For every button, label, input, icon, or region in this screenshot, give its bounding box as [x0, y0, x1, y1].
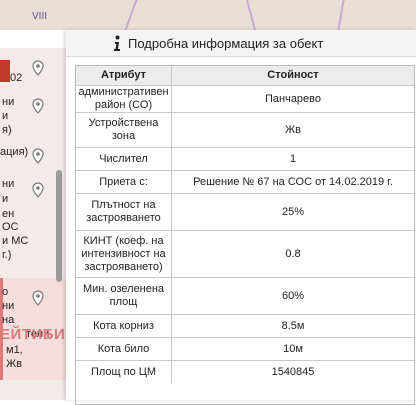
attribute-cell: Площ по ЦМ [76, 361, 172, 383]
location-pin-icon[interactable] [30, 98, 46, 114]
table-header-row: Атрибут Стойност [76, 66, 414, 86]
value-cell: Жв [284, 123, 301, 136]
attribute-cell: Устройствена зона [76, 113, 172, 147]
list-item-text: и [2, 110, 9, 122]
value-cell: Панчарево [264, 92, 322, 105]
object-info-dialog: Подробна информация за обект Атрибут Сто… [66, 30, 416, 405]
table-row: Приета с: Решение № 67 на СОС от 14.02.2… [76, 171, 414, 194]
map-area[interactable]: VIII [0, 0, 416, 30]
list-scrollbar[interactable] [56, 170, 62, 282]
value-cell: 8.5м [281, 319, 305, 332]
list-item-text: и [2, 193, 9, 205]
attribute-cell: Приета с: [76, 171, 172, 193]
table-row: Числител 1 [76, 148, 414, 171]
list-item-text: ни [2, 96, 15, 108]
column-header-value: Стойност [267, 69, 319, 81]
list-item-text: на [2, 314, 15, 326]
list-item-text: ни [2, 178, 15, 190]
selected-marker [0, 60, 10, 82]
attribute-cell: Плътност на застрояването [76, 194, 172, 230]
attribute-cell: административен район (СО) [76, 86, 172, 112]
table-row: Мин. озеленена площ 60% [76, 278, 414, 315]
list-item-text: Жв [6, 358, 23, 370]
location-pin-icon[interactable] [30, 148, 46, 164]
watermark-text: ЕЙТИБИ [0, 326, 66, 343]
attributes-table: Атрибут Стойност административен район (… [75, 65, 415, 405]
table-row: КИНТ (коеф. на интензивност на застроява… [76, 231, 414, 278]
value-cell: 0.8 [285, 247, 301, 260]
map-region-label: VIII [32, 11, 48, 22]
list-item-text: г.) [2, 249, 12, 261]
attribute-cell: Кота било [76, 338, 172, 360]
attribute-cell: Кота корниз [76, 315, 172, 337]
location-pin-icon[interactable] [30, 290, 46, 306]
list-item-text: 02 [10, 72, 23, 84]
list-item-text: ни [2, 300, 15, 312]
map-boundary-line [245, 0, 257, 30]
value-cell: 10м [283, 342, 303, 355]
list-item-text: о [2, 286, 9, 298]
column-header-attribute: Атрибут [76, 66, 172, 85]
value-cell: 25% [281, 205, 305, 218]
dialog-title: Подробна информация за обект [128, 36, 324, 51]
table-row: Площ по ЦМ 1540845 [76, 361, 414, 383]
table-row: Кота било 10м [76, 338, 414, 361]
table-row: Плътност на застрояването 25% [76, 194, 414, 231]
map-boundary-line [124, 0, 138, 30]
list-item-text: ен [2, 208, 15, 220]
table-row: Устройствена зона Жв [76, 113, 414, 148]
location-pin-icon[interactable] [30, 182, 46, 198]
list-item-text: ОС [2, 221, 19, 233]
attribute-cell: Числител [76, 148, 172, 170]
list-item-text: м1, [6, 344, 23, 356]
table-row: административен район (СО) Панчарево [76, 86, 414, 113]
value-cell: 1 [289, 152, 297, 165]
attribute-cell: Мин. озеленена площ [76, 278, 172, 314]
dialog-header: Подробна информация за обект [66, 30, 416, 57]
info-icon [114, 35, 120, 51]
value-cell: Решение № 67 на СОС от 14.02.2019 г. [193, 175, 393, 188]
list-item-text: я) [2, 124, 12, 136]
list-item-text: ация) [0, 146, 29, 158]
list-item-text: и МС [2, 235, 29, 247]
location-pin-icon[interactable] [30, 60, 46, 76]
attribute-cell: КИНТ (коеф. на интензивност на застроява… [76, 231, 172, 277]
table-row: Кота корниз 8.5м [76, 315, 414, 338]
value-cell: 1540845 [271, 365, 315, 378]
map-boundary-line [337, 0, 345, 30]
value-cell: 60% [281, 289, 305, 302]
